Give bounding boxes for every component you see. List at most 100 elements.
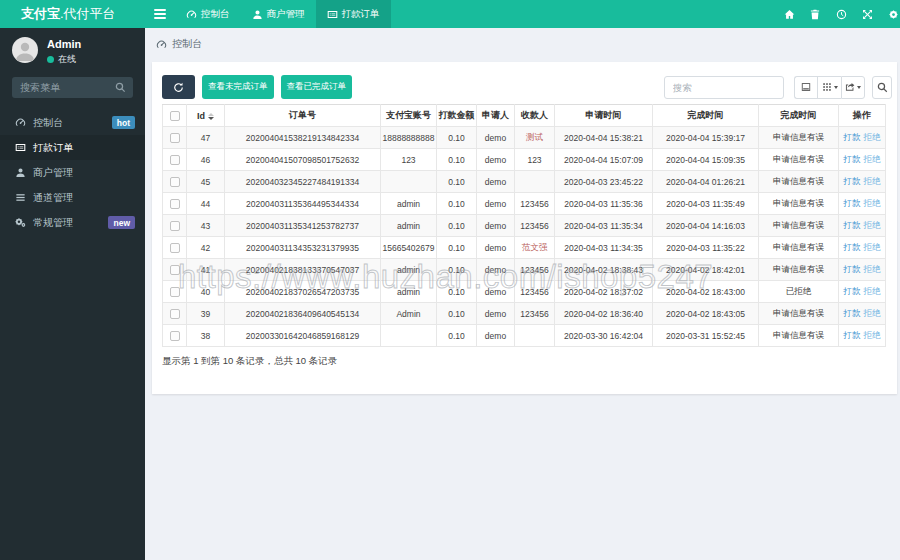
column-header[interactable]: 收款人	[515, 105, 555, 127]
column-header[interactable]: 订单号	[225, 105, 381, 127]
reject-link[interactable]: 拒绝	[864, 330, 881, 340]
app-logo[interactable]: 支付宝.代付平台	[0, 0, 145, 28]
cell-amount: 0.10	[437, 237, 477, 259]
cell-payee: 123	[515, 149, 555, 171]
pay-link[interactable]: 打款	[844, 242, 861, 252]
pay-link[interactable]: 打款	[844, 132, 861, 142]
topbar-right-icons	[776, 0, 900, 28]
cell-order-no: 202004032345227484191334	[225, 171, 381, 193]
topbar-item-2[interactable]: 商户管理	[241, 0, 316, 28]
row-checkbox[interactable]	[170, 133, 180, 143]
sidebar-item-3[interactable]: 商户管理	[0, 160, 145, 185]
reject-link[interactable]: 拒绝	[864, 132, 881, 142]
pay-link[interactable]: 打款	[844, 330, 861, 340]
topbar: 控制台商户管理打款订单	[145, 0, 900, 28]
row-checkbox[interactable]	[170, 243, 180, 253]
menu-toggle-icon[interactable]	[145, 0, 175, 28]
merchant-icon	[13, 167, 27, 178]
history-icon[interactable]	[828, 0, 854, 28]
cell-order-no: 202004031135341253782737	[225, 215, 381, 237]
home-icon[interactable]	[776, 0, 802, 28]
column-header[interactable]: 完成时间	[653, 105, 759, 127]
sidebar-item-4[interactable]: 通道管理	[0, 185, 145, 210]
column-header[interactable]: 申请人	[477, 105, 515, 127]
breadcrumb-label[interactable]: 控制台	[172, 37, 202, 51]
cell-amount: 0.10	[437, 127, 477, 149]
pay-link[interactable]: 打款	[844, 286, 861, 296]
sidebar-item-1[interactable]: 控制台hot	[0, 110, 145, 135]
reject-link[interactable]: 拒绝	[864, 198, 881, 208]
cell-alipay: 15665402679	[381, 237, 437, 259]
pay-link[interactable]: 打款	[844, 154, 861, 164]
cell-finish-time: 2020-03-31 15:52:45	[653, 325, 759, 347]
pay-link[interactable]: 打款	[844, 308, 861, 318]
topbar-item-3[interactable]: 打款订单	[316, 0, 391, 28]
row-checkbox[interactable]	[170, 199, 180, 209]
row-checkbox[interactable]	[170, 155, 180, 165]
export-button[interactable]	[841, 76, 865, 99]
columns-button[interactable]	[817, 76, 841, 99]
view-finished-button[interactable]: 查看已完成订单	[281, 75, 353, 99]
cell-status: 申请信息有误	[759, 259, 839, 281]
row-checkbox[interactable]	[170, 221, 180, 231]
paging-toggle-button[interactable]	[794, 76, 817, 99]
table-row: 47202004041538219134842334188888888880.1…	[163, 127, 886, 149]
pay-link[interactable]: 打款	[844, 198, 861, 208]
cell-amount: 0.10	[437, 193, 477, 215]
row-checkbox[interactable]	[170, 287, 180, 297]
reject-link[interactable]: 拒绝	[864, 242, 881, 252]
reject-link[interactable]: 拒绝	[864, 308, 881, 318]
cell-status: 申请信息有误	[759, 325, 839, 347]
cell-order-no: 202003301642046859168129	[225, 325, 381, 347]
fullscreen-icon[interactable]	[854, 0, 880, 28]
reject-link[interactable]: 拒绝	[864, 220, 881, 230]
trash-icon[interactable]	[802, 0, 828, 28]
pay-link[interactable]: 打款	[844, 176, 861, 186]
select-all-checkbox[interactable]	[170, 111, 180, 121]
column-header[interactable]: 打款金额	[437, 105, 477, 127]
column-header[interactable]: 支付宝账号	[381, 105, 437, 127]
reject-link[interactable]: 拒绝	[864, 176, 881, 186]
row-checkbox[interactable]	[170, 331, 180, 341]
cell-operations: 打款拒绝	[839, 215, 886, 237]
table-row: 41202004021838133370547037admin0.10demo1…	[163, 259, 886, 281]
pay-link[interactable]: 打款	[844, 264, 861, 274]
sidebar-item-5[interactable]: 常规管理new	[0, 210, 145, 235]
cell-amount: 0.10	[437, 149, 477, 171]
column-header[interactable]: 完成时间	[759, 105, 839, 127]
cell-status: 申请信息有误	[759, 193, 839, 215]
refresh-button[interactable]	[162, 75, 195, 99]
cell-operations: 打款拒绝	[839, 303, 886, 325]
cell-id: 43	[187, 215, 225, 237]
column-header[interactable]: 操作	[839, 105, 886, 127]
row-checkbox[interactable]	[170, 309, 180, 319]
cell-finish-time: 2020-04-04 14:16:03	[653, 215, 759, 237]
reject-link[interactable]: 拒绝	[864, 286, 881, 296]
table-search-input[interactable]	[664, 76, 784, 99]
cell-id: 38	[187, 325, 225, 347]
cell-id: 45	[187, 171, 225, 193]
cell-applicant: demo	[477, 149, 515, 171]
cell-id: 42	[187, 237, 225, 259]
cell-order-no: 202004021837026547203735	[225, 281, 381, 303]
view-unfinished-button[interactable]: 查看未完成订单	[202, 75, 274, 99]
cell-finish-time: 2020-04-04 01:26:21	[653, 171, 759, 193]
sidebar-item-2[interactable]: 打款订单	[0, 135, 145, 160]
row-checkbox[interactable]	[170, 265, 180, 275]
reject-link[interactable]: 拒绝	[864, 264, 881, 274]
topbar-item-1[interactable]: 控制台	[175, 0, 241, 28]
column-header[interactable]: Id	[187, 105, 225, 127]
cell-payee	[515, 325, 555, 347]
cell-amount: 0.10	[437, 215, 477, 237]
search-toggle-button[interactable]	[872, 76, 892, 99]
cell-finish-time: 2020-04-02 18:42:01	[653, 259, 759, 281]
cell-apply-time: 2020-04-03 11:34:35	[555, 237, 653, 259]
row-checkbox[interactable]	[170, 177, 180, 187]
reject-link[interactable]: 拒绝	[864, 154, 881, 164]
user-name: Admin	[47, 38, 81, 50]
gear-icon[interactable]	[880, 0, 900, 28]
pay-link[interactable]: 打款	[844, 220, 861, 230]
cell-finish-time: 2020-04-03 11:35:49	[653, 193, 759, 215]
column-header[interactable]: 申请时间	[555, 105, 653, 127]
table-row: 40202004021837026547203735admin0.10demo1…	[163, 281, 886, 303]
